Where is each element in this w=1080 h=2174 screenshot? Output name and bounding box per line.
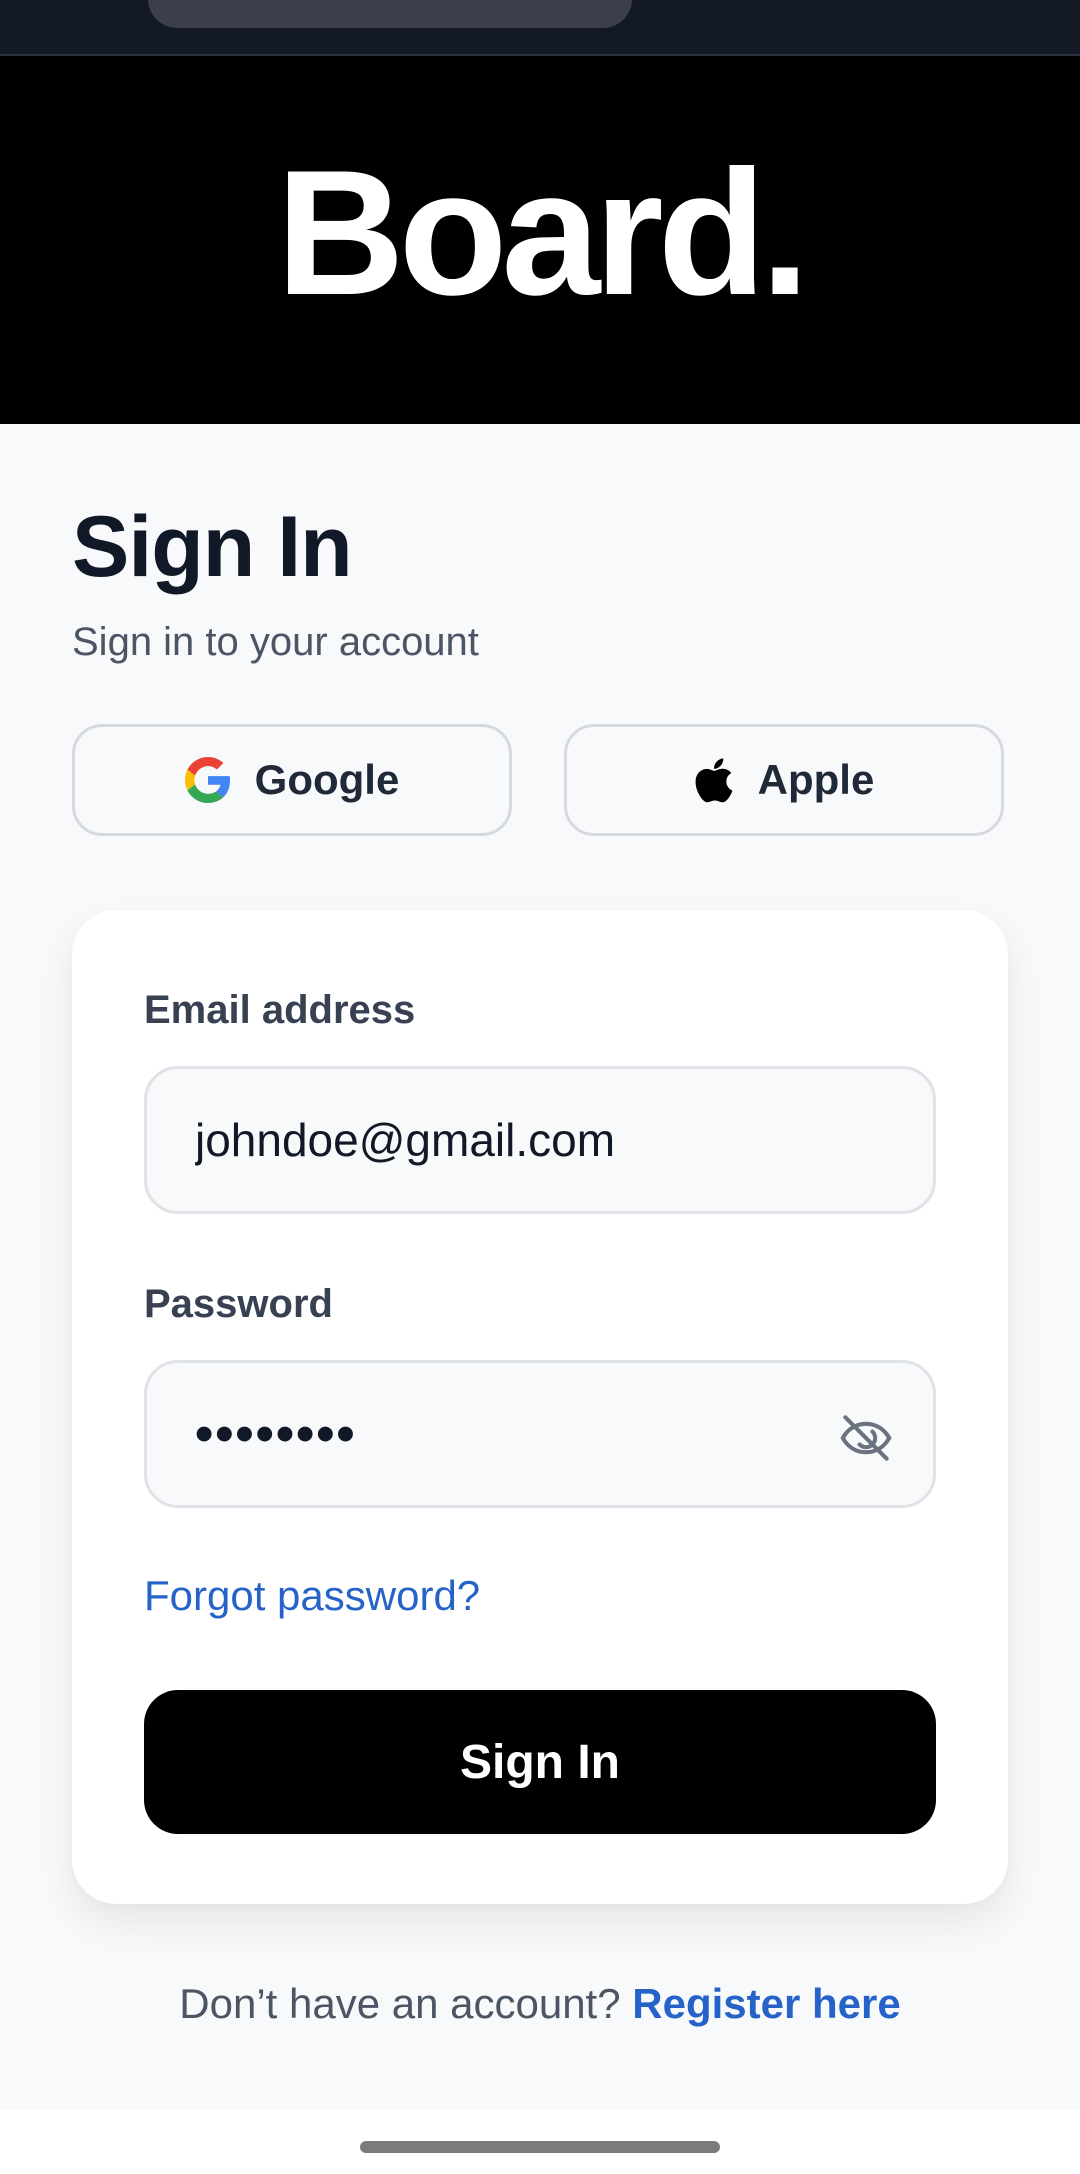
page-title: Sign In <box>72 499 353 595</box>
email-label: Email address <box>144 988 416 1032</box>
password-label: Password <box>144 1282 333 1326</box>
camera-notch <box>148 0 632 28</box>
sign-in-form-card: Email address Password Forgot password? … <box>72 910 1008 1904</box>
page-subtitle: Sign in to your account <box>72 620 479 664</box>
apple-button-label: Apple <box>757 756 875 803</box>
register-prompt: Don’t have an account? Register here <box>0 1980 1080 2028</box>
apple-logo-icon <box>695 758 733 803</box>
home-indicator[interactable] <box>360 2141 720 2153</box>
password-field[interactable] <box>144 1360 936 1508</box>
email-field[interactable] <box>144 1066 936 1214</box>
brand-logo: Board. <box>276 133 810 332</box>
google-logo-icon <box>184 757 230 803</box>
register-prompt-text: Don’t have an account? <box>179 1980 621 2027</box>
brand-header: Board. <box>0 56 1080 424</box>
sign-in-button[interactable]: Sign In <box>144 1690 936 1834</box>
google-sign-in-button[interactable]: Google <box>72 724 512 836</box>
forgot-password-link[interactable]: Forgot password? <box>144 1572 480 1620</box>
status-bar <box>0 0 1080 56</box>
google-button-label: Google <box>254 756 400 803</box>
password-input[interactable] <box>195 1404 885 1464</box>
eye-off-icon[interactable] <box>835 1407 897 1469</box>
email-input[interactable] <box>195 1113 885 1167</box>
apple-sign-in-button[interactable]: Apple <box>564 724 1004 836</box>
register-link[interactable]: Register here <box>632 1980 900 2027</box>
